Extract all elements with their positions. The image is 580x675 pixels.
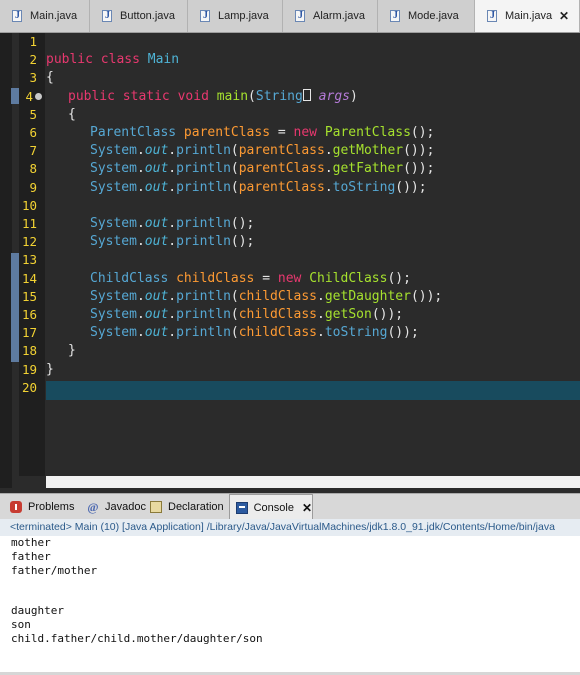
line-number: 5 bbox=[29, 106, 37, 122]
code-line-5: { bbox=[68, 106, 76, 122]
line-number: 11 bbox=[21, 216, 37, 231]
problems-icon bbox=[10, 501, 22, 513]
tab-mode-java[interactable]: Mode.java bbox=[378, 0, 475, 32]
console-output-line: mother bbox=[11, 536, 51, 549]
tab-lamp-java[interactable]: Lamp.java bbox=[188, 0, 283, 32]
java-file-icon bbox=[487, 10, 497, 22]
tab-button-java[interactable]: Button.java bbox=[90, 0, 188, 32]
tab-main-java-active[interactable]: Main.java ✕ bbox=[475, 0, 580, 32]
close-tab-icon[interactable]: ✕ bbox=[559, 9, 569, 23]
horizontal-scrollbar[interactable] bbox=[46, 476, 580, 488]
console-view[interactable]: <terminated> Main (10) [Java Application… bbox=[0, 519, 580, 675]
line-number: 18 bbox=[21, 343, 37, 359]
javadoc-icon: @ bbox=[87, 500, 99, 514]
fold-marker-icon[interactable] bbox=[35, 93, 42, 100]
line-number: 1 bbox=[29, 34, 37, 49]
tab-problems[interactable]: Problems bbox=[10, 494, 74, 520]
close-console-icon[interactable]: ✕ bbox=[302, 501, 312, 515]
tab-label: Console bbox=[253, 501, 294, 514]
tab-label: Mode.java bbox=[408, 9, 459, 22]
console-output-line: father/mother bbox=[11, 564, 98, 577]
line-number: 14 bbox=[21, 270, 37, 286]
line-number: 13 bbox=[21, 252, 37, 268]
tab-label: Declaration bbox=[168, 501, 224, 513]
console-icon bbox=[236, 501, 248, 514]
line-number: 7 bbox=[29, 143, 37, 159]
code-line-2: public class Main bbox=[46, 52, 180, 68]
array-brackets-icon bbox=[302, 88, 311, 101]
line-number: 20 bbox=[21, 379, 37, 395]
java-file-icon bbox=[390, 10, 400, 22]
line-number: 12 bbox=[21, 234, 37, 250]
line-number: 19 bbox=[21, 361, 37, 377]
editor-tab-bar: Main.java Button.java Lamp.java Alarm.ja… bbox=[0, 0, 580, 33]
current-line-highlight bbox=[46, 381, 580, 400]
code-line-3: { bbox=[46, 70, 54, 86]
line-number: 3 bbox=[29, 70, 37, 86]
line-number: 8 bbox=[29, 161, 37, 177]
line-number: 10 bbox=[21, 197, 37, 213]
line-number: 15 bbox=[21, 288, 37, 304]
java-file-icon bbox=[295, 10, 305, 22]
line-number: 6 bbox=[29, 125, 37, 140]
line-number: 17 bbox=[21, 325, 37, 341]
tab-label: Lamp.java bbox=[218, 9, 269, 22]
tab-label: Main.java bbox=[505, 9, 553, 22]
java-file-icon bbox=[102, 10, 112, 22]
java-file-icon bbox=[200, 10, 210, 22]
code-editor[interactable]: 1 2 3 4 5 6 7 8 9 10 11 12 13 14 15 16 1… bbox=[0, 33, 580, 488]
tab-main-java-1[interactable]: Main.java bbox=[0, 0, 90, 32]
code-line-6: ParentClass parentClass = new ParentClas… bbox=[90, 125, 435, 140]
tab-console[interactable]: Console ✕ bbox=[229, 494, 313, 520]
code-line-8: System.out.println(parentClass.getFather… bbox=[90, 161, 435, 177]
line-number: 9 bbox=[29, 179, 37, 195]
console-output-line: son bbox=[11, 618, 31, 631]
code-line-15: System.out.println(childClass.getDaughte… bbox=[90, 288, 443, 304]
bottom-panel-tabs: Problems @ Javadoc Declaration Console ✕ bbox=[0, 493, 580, 520]
tab-declaration[interactable]: Declaration bbox=[150, 494, 224, 520]
code-line-14: ChildClass childClass = new ChildClass()… bbox=[90, 270, 411, 286]
declaration-icon bbox=[150, 501, 162, 513]
console-output-line: child.father/child.mother/daughter/son bbox=[11, 632, 263, 645]
change-bar bbox=[11, 88, 19, 104]
console-output-line: father bbox=[11, 550, 51, 563]
change-bar bbox=[11, 253, 19, 362]
line-number: 16 bbox=[21, 307, 37, 322]
code-line-11: System.out.println(); bbox=[90, 216, 255, 231]
console-output-line: daughter bbox=[11, 604, 64, 617]
tab-label: Problems bbox=[28, 501, 75, 513]
tab-label: Alarm.java bbox=[313, 9, 365, 22]
tab-javadoc[interactable]: @ Javadoc bbox=[87, 494, 146, 520]
code-line-7: System.out.println(parentClass.getMother… bbox=[90, 143, 435, 159]
code-line-16: System.out.println(childClass.getSon()); bbox=[90, 307, 404, 322]
code-line-4: public static void main(String args) bbox=[68, 88, 358, 104]
tab-label: Button.java bbox=[120, 9, 176, 22]
code-line-12: System.out.println(); bbox=[90, 234, 255, 250]
code-line-19: } bbox=[46, 361, 54, 377]
java-file-icon bbox=[12, 10, 22, 22]
line-number: 2 bbox=[29, 52, 37, 68]
code-line-18: } bbox=[68, 343, 76, 359]
code-line-9: System.out.println(parentClass.toString(… bbox=[90, 179, 427, 195]
tab-alarm-java[interactable]: Alarm.java bbox=[283, 0, 378, 32]
console-process-label: <terminated> Main (10) [Java Application… bbox=[0, 519, 580, 536]
line-number: 4 bbox=[25, 88, 33, 104]
tab-label: Main.java bbox=[30, 9, 78, 22]
tab-label: Javadoc bbox=[105, 501, 146, 513]
code-line-17: System.out.println(childClass.toString()… bbox=[90, 325, 419, 341]
